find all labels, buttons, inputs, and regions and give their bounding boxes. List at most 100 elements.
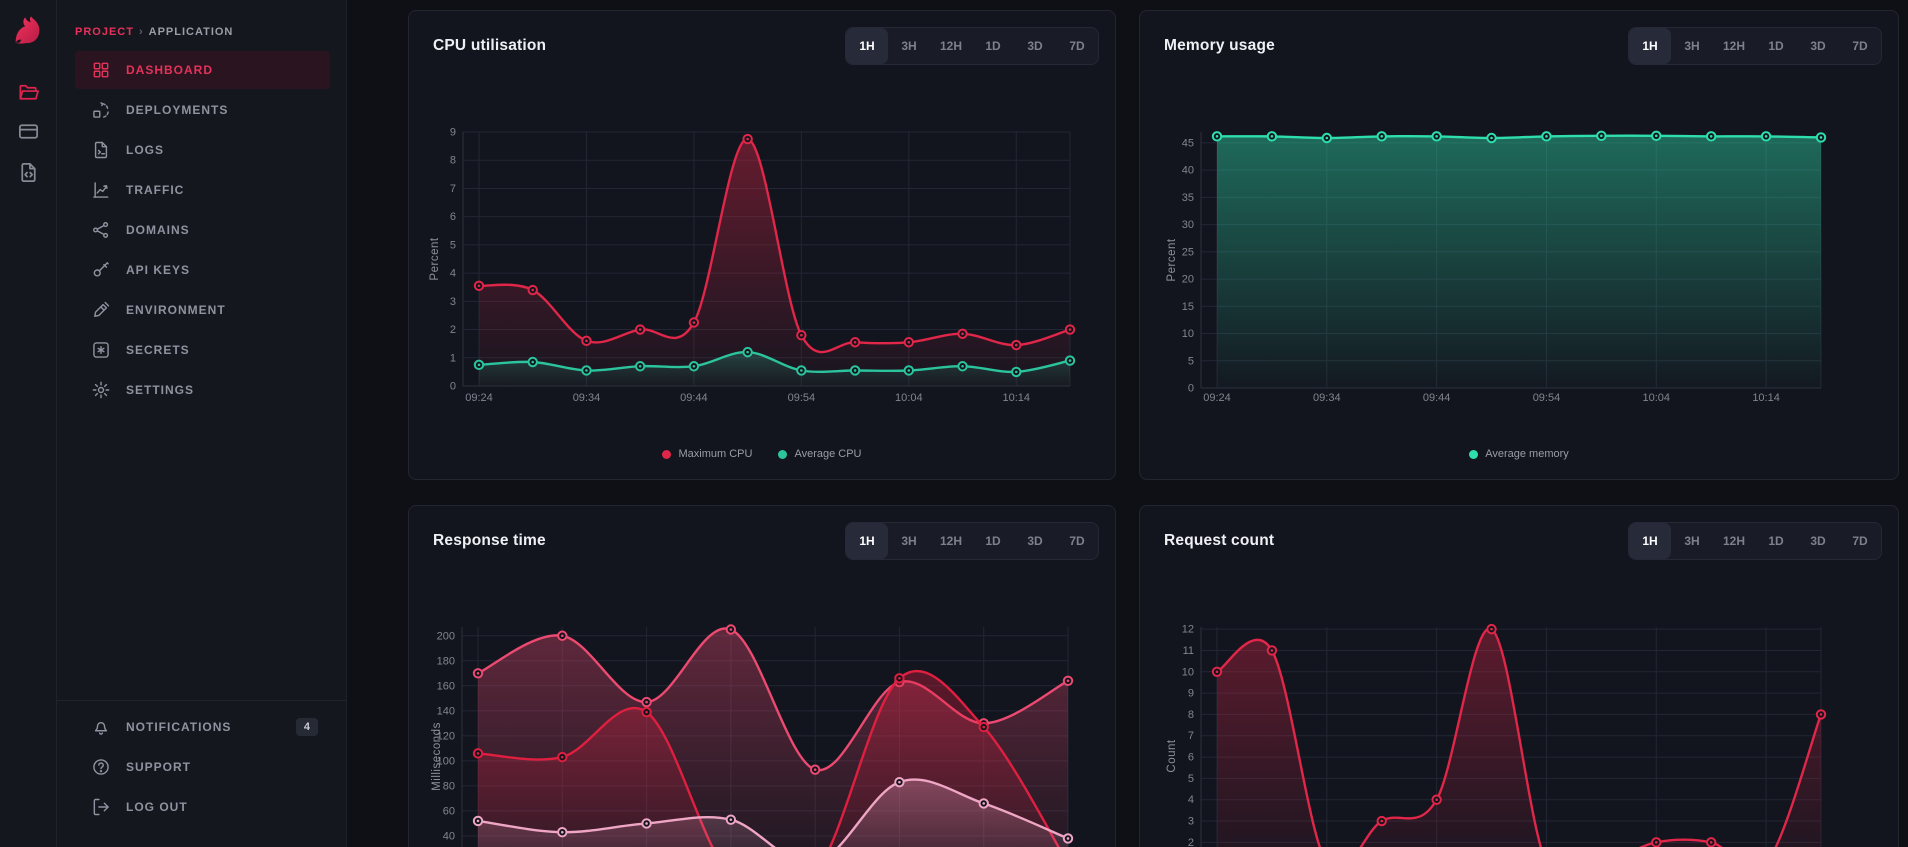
legend-dot-icon bbox=[662, 450, 671, 459]
svg-text:8: 8 bbox=[450, 155, 456, 167]
sidebar-item-label: API KEYS bbox=[126, 263, 318, 277]
svg-text:2: 2 bbox=[450, 324, 456, 336]
time-range-group: 1H3H12H1D3D7D bbox=[1628, 522, 1882, 560]
range-button-1h[interactable]: 1H bbox=[846, 28, 888, 64]
range-button-3h[interactable]: 3H bbox=[1671, 28, 1713, 64]
breadcrumb-project[interactable]: PROJECT bbox=[75, 26, 134, 38]
range-button-1h[interactable]: 1H bbox=[1629, 28, 1671, 64]
sidebar-item-domains[interactable]: DOMAINS bbox=[75, 211, 330, 249]
sidebar-footer-menu: NOTIFICATIONS4SUPPORT LOG OUT bbox=[75, 708, 330, 828]
key-icon bbox=[91, 260, 111, 280]
svg-text:10: 10 bbox=[1182, 328, 1194, 340]
legend-item[interactable]: Average memory bbox=[1469, 448, 1569, 460]
svg-text:3: 3 bbox=[450, 296, 456, 308]
svg-text:Percent: Percent bbox=[1166, 238, 1178, 281]
sidebar-item-deployments[interactable]: DEPLOYMENTS bbox=[75, 91, 330, 129]
request-count-chart: 23456789101112Count bbox=[1140, 566, 1900, 847]
svg-text:10:14: 10:14 bbox=[1752, 392, 1780, 404]
svg-text:09:54: 09:54 bbox=[788, 392, 816, 404]
range-button-7d[interactable]: 7D bbox=[1839, 523, 1881, 559]
svg-text:7: 7 bbox=[1188, 730, 1194, 742]
sidebar-item-dashboard[interactable]: DASHBOARD bbox=[75, 51, 330, 89]
range-button-3d[interactable]: 3D bbox=[1797, 523, 1839, 559]
notifications-badge: 4 bbox=[296, 718, 318, 736]
svg-text:09:24: 09:24 bbox=[465, 392, 493, 404]
range-button-1h[interactable]: 1H bbox=[1629, 523, 1671, 559]
sidebar-item-label: TRAFFIC bbox=[126, 183, 318, 197]
svg-text:4: 4 bbox=[450, 268, 456, 280]
sidebar-item-log-out[interactable]: LOG OUT bbox=[75, 788, 330, 826]
svg-text:09:54: 09:54 bbox=[1533, 392, 1561, 404]
svg-text:12: 12 bbox=[1182, 624, 1194, 636]
nestjs-logo[interactable] bbox=[9, 13, 47, 51]
secrets-icon bbox=[91, 340, 111, 360]
svg-text:09:44: 09:44 bbox=[1423, 392, 1451, 404]
svg-text:3: 3 bbox=[1188, 816, 1194, 828]
card-response-time: Response time 1H3H12H1D3D7D 406080100120… bbox=[408, 505, 1116, 847]
sidebar-item-label: ENVIRONMENT bbox=[126, 303, 318, 317]
range-button-1d[interactable]: 1D bbox=[972, 523, 1014, 559]
range-button-3h[interactable]: 3H bbox=[888, 523, 930, 559]
range-button-1d[interactable]: 1D bbox=[1755, 523, 1797, 559]
card-title: CPU utilisation bbox=[433, 37, 546, 55]
svg-text:6: 6 bbox=[1188, 752, 1194, 764]
range-button-7d[interactable]: 7D bbox=[1839, 28, 1881, 64]
range-button-7d[interactable]: 7D bbox=[1056, 523, 1098, 559]
time-range-group: 1H3H12H1D3D7D bbox=[845, 522, 1099, 560]
sidebar-item-traffic[interactable]: TRAFFIC bbox=[75, 171, 330, 209]
range-button-1d[interactable]: 1D bbox=[1755, 28, 1797, 64]
svg-text:10:04: 10:04 bbox=[895, 392, 923, 404]
breadcrumb-separator: › bbox=[134, 26, 149, 38]
sidebar-item-environment[interactable]: ENVIRONMENT bbox=[75, 291, 330, 329]
svg-text:20: 20 bbox=[1182, 274, 1194, 286]
logs-icon bbox=[91, 140, 111, 160]
range-button-7d[interactable]: 7D bbox=[1056, 28, 1098, 64]
svg-text:Percent: Percent bbox=[429, 237, 441, 280]
sidebar-item-label: LOG OUT bbox=[126, 800, 318, 814]
svg-text:9: 9 bbox=[450, 127, 456, 139]
svg-text:40: 40 bbox=[1182, 165, 1194, 177]
credit-card-icon[interactable] bbox=[17, 120, 40, 143]
range-button-1d[interactable]: 1D bbox=[972, 28, 1014, 64]
environment-icon bbox=[91, 300, 111, 320]
svg-text:09:24: 09:24 bbox=[1203, 392, 1231, 404]
svg-text:5: 5 bbox=[1188, 773, 1194, 785]
range-button-3d[interactable]: 3D bbox=[1014, 28, 1056, 64]
sidebar-item-secrets[interactable]: SECRETS bbox=[75, 331, 330, 369]
range-button-3d[interactable]: 3D bbox=[1014, 523, 1056, 559]
svg-text:40: 40 bbox=[443, 830, 455, 842]
range-button-3h[interactable]: 3H bbox=[1671, 523, 1713, 559]
legend-item[interactable]: Maximum CPU bbox=[662, 448, 752, 460]
svg-text:9: 9 bbox=[1188, 688, 1194, 700]
svg-text:15: 15 bbox=[1182, 301, 1194, 313]
file-code-icon[interactable] bbox=[17, 161, 40, 184]
svg-text:10: 10 bbox=[1182, 666, 1194, 678]
chart-legend: Average memory bbox=[1140, 448, 1898, 460]
folder-open-icon[interactable] bbox=[17, 81, 40, 104]
range-button-3h[interactable]: 3H bbox=[888, 28, 930, 64]
breadcrumb[interactable]: PROJECT›APPLICATION bbox=[75, 26, 233, 38]
range-button-12h[interactable]: 12H bbox=[1713, 28, 1755, 64]
sidebar-item-label: SECRETS bbox=[126, 343, 318, 357]
sidebar-item-settings[interactable]: SETTINGS bbox=[75, 371, 330, 409]
sidebar-item-label: SETTINGS bbox=[126, 383, 318, 397]
sidebar-item-support[interactable]: SUPPORT bbox=[75, 748, 330, 786]
sidebar-item-logs[interactable]: LOGS bbox=[75, 131, 330, 169]
svg-text:6: 6 bbox=[450, 211, 456, 223]
chart-legend: Maximum CPU Average CPU bbox=[409, 448, 1115, 460]
card-title: Request count bbox=[1164, 532, 1274, 550]
svg-text:Count: Count bbox=[1166, 739, 1178, 772]
range-button-12h[interactable]: 12H bbox=[930, 523, 972, 559]
sidebar-item-notifications[interactable]: NOTIFICATIONS4 bbox=[75, 708, 330, 746]
svg-text:11: 11 bbox=[1183, 645, 1194, 657]
card-memory-usage: Memory usage 1H3H12H1D3D7D 0510152025303… bbox=[1139, 10, 1899, 480]
range-button-12h[interactable]: 12H bbox=[1713, 523, 1755, 559]
range-button-12h[interactable]: 12H bbox=[930, 28, 972, 64]
svg-text:60: 60 bbox=[443, 805, 455, 817]
sidebar-item-api-keys[interactable]: API KEYS bbox=[75, 251, 330, 289]
breadcrumb-application: APPLICATION bbox=[149, 26, 234, 38]
range-button-1h[interactable]: 1H bbox=[846, 523, 888, 559]
legend-item[interactable]: Average CPU bbox=[778, 448, 861, 460]
range-button-3d[interactable]: 3D bbox=[1797, 28, 1839, 64]
svg-text:200: 200 bbox=[437, 630, 455, 642]
